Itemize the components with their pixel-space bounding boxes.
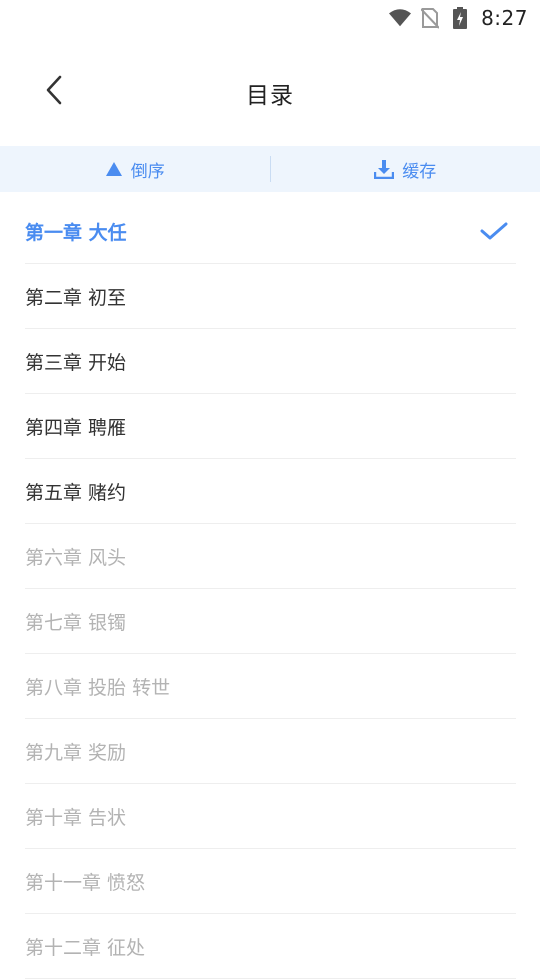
wifi-icon (389, 7, 411, 29)
chapter-title: 第八章 投胎 转世 (25, 673, 170, 700)
chapter-item-12[interactable]: 第十二章 征处 (25, 914, 516, 979)
chapter-title: 第三章 开始 (25, 348, 126, 375)
chapter-item-3[interactable]: 第三章 开始 (25, 329, 516, 394)
chapter-title: 第一章 大任 (25, 218, 127, 245)
page-title: 目录 (0, 76, 540, 110)
chapter-item-7[interactable]: 第七章 银镯 (25, 589, 516, 654)
chapter-item-9[interactable]: 第九章 奖励 (25, 719, 516, 784)
chapter-item-4[interactable]: 第四章 聘雁 (25, 394, 516, 459)
chapter-item-6[interactable]: 第六章 风头 (25, 524, 516, 589)
chapter-title: 第十二章 征处 (25, 933, 145, 960)
chapter-title: 第二章 初至 (25, 283, 126, 310)
chapter-item-5[interactable]: 第五章 赌约 (25, 459, 516, 524)
status-bar: 8:27 (0, 0, 540, 36)
status-time: 8:27 (481, 6, 528, 30)
chapter-item-1[interactable]: 第一章 大任 (25, 199, 516, 264)
no-sim-icon (419, 7, 441, 29)
header: 目录 (0, 52, 540, 128)
chapter-item-10[interactable]: 第十章 告状 (25, 784, 516, 849)
chapter-title: 第九章 奖励 (25, 738, 126, 765)
chapter-title: 第七章 银镯 (25, 608, 126, 635)
download-icon (374, 159, 394, 179)
chapter-title: 第十章 告状 (25, 803, 126, 830)
cache-label: 缓存 (402, 157, 436, 182)
chapter-item-8[interactable]: 第八章 投胎 转世 (25, 654, 516, 719)
battery-charging-icon (449, 7, 471, 29)
reverse-order-label: 倒序 (131, 157, 165, 182)
chapter-item-11[interactable]: 第十一章 愤怒 (25, 849, 516, 914)
reverse-order-button[interactable]: 倒序 (0, 146, 270, 192)
triangle-up-icon (105, 161, 123, 177)
chapter-title: 第四章 聘雁 (25, 413, 126, 440)
chapter-title: 第六章 风头 (25, 543, 126, 570)
chapter-title: 第十一章 愤怒 (25, 868, 145, 895)
cache-button[interactable]: 缓存 (271, 146, 540, 192)
toolbar: 倒序 缓存 (0, 146, 540, 192)
chapter-title: 第五章 赌约 (25, 478, 126, 505)
chapter-item-2[interactable]: 第二章 初至 (25, 264, 516, 329)
check-icon (480, 221, 508, 241)
chapter-list: 第一章 大任 第二章 初至 第三章 开始 第四章 聘雁 第五章 赌约 第六章 风… (25, 199, 516, 979)
